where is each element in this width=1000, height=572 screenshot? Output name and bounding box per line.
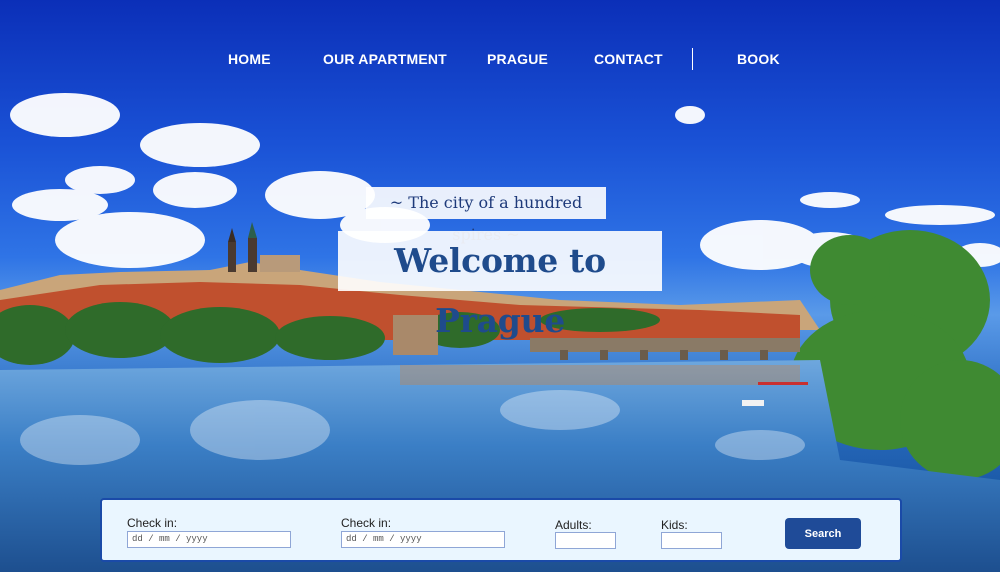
search-button[interactable]: Search bbox=[785, 518, 861, 549]
nav-contact-link[interactable]: CONTACT bbox=[594, 51, 663, 67]
checkout-label: Check in: bbox=[341, 516, 392, 530]
hero-background: HOME OUR APARTMENT PRAGUE CONTACT BOOK ~… bbox=[0, 0, 1000, 572]
booking-form: Check in: dd / mm / yyyy Check in: dd / … bbox=[100, 498, 902, 562]
nav-our-apartment-link[interactable]: OUR APARTMENT bbox=[323, 51, 447, 67]
hero-headline: Welcome to Prague bbox=[338, 231, 662, 340]
nav-divider bbox=[692, 48, 693, 70]
nav-book-link[interactable]: BOOK bbox=[737, 51, 780, 67]
top-navigation: HOME OUR APARTMENT PRAGUE CONTACT BOOK bbox=[0, 0, 1000, 120]
adults-label: Adults: bbox=[555, 518, 592, 532]
nav-home-link[interactable]: HOME bbox=[228, 51, 271, 67]
checkin-label: Check in: bbox=[127, 516, 178, 530]
nav-prague-link[interactable]: PRAGUE bbox=[487, 51, 548, 67]
hero-tagline: ~ The city of a hundred spires ~ bbox=[366, 187, 606, 244]
checkout-date-input[interactable]: dd / mm / yyyy bbox=[341, 531, 505, 548]
kids-input[interactable] bbox=[661, 532, 722, 549]
adults-input[interactable] bbox=[555, 532, 616, 549]
kids-label: Kids: bbox=[661, 518, 688, 532]
checkin-date-input[interactable]: dd / mm / yyyy bbox=[127, 531, 291, 548]
